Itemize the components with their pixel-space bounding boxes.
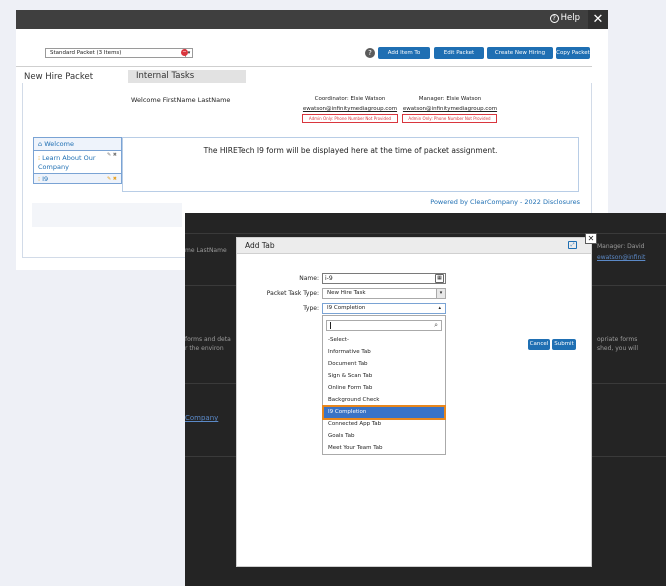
coordinator-email[interactable]: ewatson@infinitymediagroup.com [302, 104, 398, 114]
packet-select-value: Standard Packet (3 Items) [50, 50, 122, 56]
powered-by-link[interactable]: Powered by ClearCompany - 2022 Disclosur… [430, 198, 580, 206]
type-label: Type: [303, 305, 319, 312]
modal-title: Add Tab [245, 241, 275, 250]
admin-note-coordinator: Admin Only: Phone Number Not Provided [302, 114, 398, 123]
backdrop-text: shed, you will [597, 345, 639, 352]
search-icon: ⌕ [434, 321, 438, 329]
sidebar-item-learn-about-company[interactable]: ⁝ Learn About Our Company ✎ ✖ [34, 150, 121, 174]
sidebar-item-label-line2: Company [38, 163, 69, 171]
dropdown-option[interactable]: Document Tab [324, 359, 444, 370]
add-item-button[interactable]: Add Item To Packet [378, 47, 430, 68]
dropdown-option[interactable]: Background Check [324, 395, 444, 406]
welcome-heading: Welcome FirstName LastName [131, 96, 231, 104]
faint-row [32, 203, 182, 227]
task-type-select[interactable]: New Hire Task ▾ [322, 288, 446, 299]
dropdown-option-selected[interactable]: I9 Completion [322, 405, 446, 420]
calendar-icon[interactable]: ▦ [435, 274, 444, 283]
sidebar-item-label-line1: Learn About Our [42, 154, 96, 162]
backdrop-text: r the environ [185, 345, 224, 352]
backdrop-text: Manager: David [597, 243, 645, 250]
top-bar: ? Help ✕ [16, 10, 608, 29]
tabs-divider [16, 66, 592, 67]
name-input[interactable]: i-9 ▦ [322, 273, 446, 284]
i9-message: The HIRETech I9 form will be displayed h… [203, 146, 498, 155]
cancel-button[interactable]: Cancel [528, 339, 550, 350]
edit-delete-icons[interactable]: ✎ ✖ [107, 151, 117, 160]
dropdown-option[interactable]: -Select- [324, 335, 444, 346]
dropdown-option[interactable]: Connected App Tab [324, 419, 444, 430]
type-select[interactable]: I9 Completion ▴ [322, 303, 446, 314]
modal-header: Add Tab ⤢ [237, 238, 591, 254]
remove-icon[interactable]: − [181, 49, 188, 56]
submit-button[interactable]: Submit [552, 339, 576, 350]
house-icon: ⌂ [38, 140, 43, 148]
manager-label: Manager: Elsie Watson [418, 96, 482, 102]
backdrop-text: me LastName [185, 247, 227, 254]
task-type-value: New Hire Task [327, 290, 366, 296]
manager-email[interactable]: ewatson@infinitymediagroup.com [402, 104, 498, 114]
modal-close-icon[interactable]: ✕ [585, 233, 597, 244]
type-dropdown: ⌕ -Select- Informative Tab Document Tab … [322, 315, 446, 455]
help-link[interactable]: ? Help [549, 13, 580, 23]
manager-block: Manager: Elsie Watson ewatson@infinityme… [402, 94, 498, 114]
sidebar-item-i9[interactable]: ⁝ I9 ✎ ✖ [34, 174, 121, 184]
tab-new-hire-packet[interactable]: New Hire Packet [24, 72, 93, 82]
packet-select[interactable]: Standard Packet (3 Items) ▾ [45, 48, 193, 58]
dropdown-option[interactable]: Meet Your Team Tab [324, 443, 444, 454]
sidebar-item-label: I9 [42, 175, 49, 183]
dropdown-option[interactable]: Sign & Scan Tab [324, 371, 444, 382]
chevron-down-icon: ▾ [436, 289, 445, 298]
copy-packet-button[interactable]: Copy Packet [556, 47, 590, 59]
edit-packet-button[interactable]: Edit Packet Details [434, 47, 484, 68]
close-icon[interactable]: ✕ [588, 10, 608, 29]
coordinator-block: Coordinator: Elsie Watson ewatson@infini… [302, 94, 398, 114]
type-value: I9 Completion [327, 305, 366, 311]
question-icon[interactable]: ? [365, 48, 375, 58]
tab-internal-tasks[interactable]: Internal Tasks [128, 70, 246, 83]
question-circle-icon: ? [549, 14, 559, 23]
task-type-label: Packet Task Type: [266, 290, 319, 297]
backdrop-text: opriate forms [597, 336, 638, 343]
create-packet-button[interactable]: Create New Hiring Packet [487, 47, 553, 68]
dropdown-option[interactable]: Online Form Tab [324, 383, 444, 394]
dropdown-option[interactable]: Goals Tab [324, 431, 444, 442]
help-label: Help [560, 13, 580, 23]
maximize-icon[interactable]: ⤢ [568, 241, 577, 249]
backdrop-text: Company [185, 414, 219, 422]
chevron-up-icon: ▴ [438, 305, 441, 311]
name-label: Name: [299, 275, 319, 282]
dropdown-search-input[interactable]: ⌕ [326, 320, 442, 331]
dropdown-option[interactable]: Informative Tab [324, 347, 444, 358]
name-input-value: i-9 [325, 275, 333, 282]
drag-handle-icon[interactable]: ⁝ [38, 175, 40, 183]
sidebar-item-label: Welcome [44, 140, 74, 148]
sidebar-item-welcome[interactable]: ⌂ Welcome [34, 139, 121, 149]
backdrop-text: ewatson@infinit [597, 254, 646, 261]
coordinator-label: Coordinator: Elsie Watson [314, 96, 386, 102]
packet-sidebar: ⌂ Welcome ⁝ Learn About Our Company ✎ ✖ ⁝… [33, 137, 122, 184]
edit-delete-icons[interactable]: ✎ ✖ [107, 174, 117, 184]
text-cursor [330, 322, 331, 329]
backdrop-text: forms and deta [185, 336, 231, 343]
drag-handle-icon[interactable]: ⁝ [38, 154, 40, 162]
admin-note-manager: Admin Only: Phone Number Not Provided [402, 114, 497, 123]
